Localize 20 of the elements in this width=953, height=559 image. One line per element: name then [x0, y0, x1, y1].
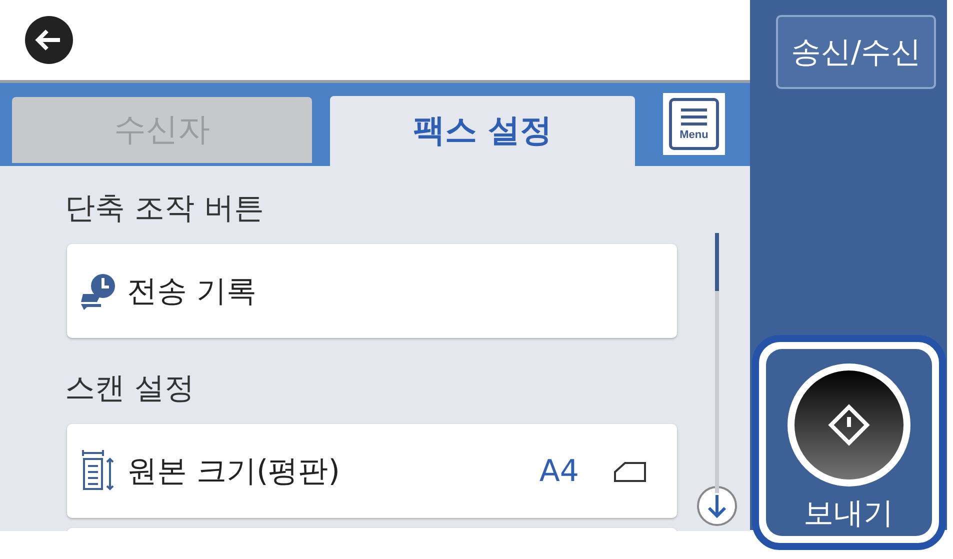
page-orientation-icon	[613, 459, 647, 483]
menu-button[interactable]: Menu	[663, 93, 725, 155]
scroll-down-button[interactable]	[696, 485, 738, 527]
send-button[interactable]: 보내기	[752, 335, 946, 550]
setting-value: A4	[539, 454, 579, 488]
menu-label: Menu	[680, 129, 708, 141]
back-button[interactable]	[24, 15, 74, 65]
start-icon	[786, 363, 910, 487]
setting-item[interactable]: 전송 기록	[67, 244, 677, 338]
section-heading: 단축 조작 버튼	[65, 190, 266, 228]
setting-item[interactable]: 원본 크기(평판) A4	[67, 424, 677, 518]
send-label: 보내기	[804, 495, 894, 533]
clock-document-icon	[79, 272, 117, 310]
section-heading: 스캔 설정	[65, 370, 196, 408]
menu-icon	[679, 107, 709, 127]
mode-button[interactable]: 송신/수신	[776, 15, 936, 89]
scrollbar-thumb[interactable]	[715, 233, 719, 291]
setting-label: 전송 기록	[127, 272, 258, 310]
tab[interactable]: 팩스 설정	[330, 96, 635, 166]
setting-label: 원본 크기(평판)	[127, 452, 341, 490]
